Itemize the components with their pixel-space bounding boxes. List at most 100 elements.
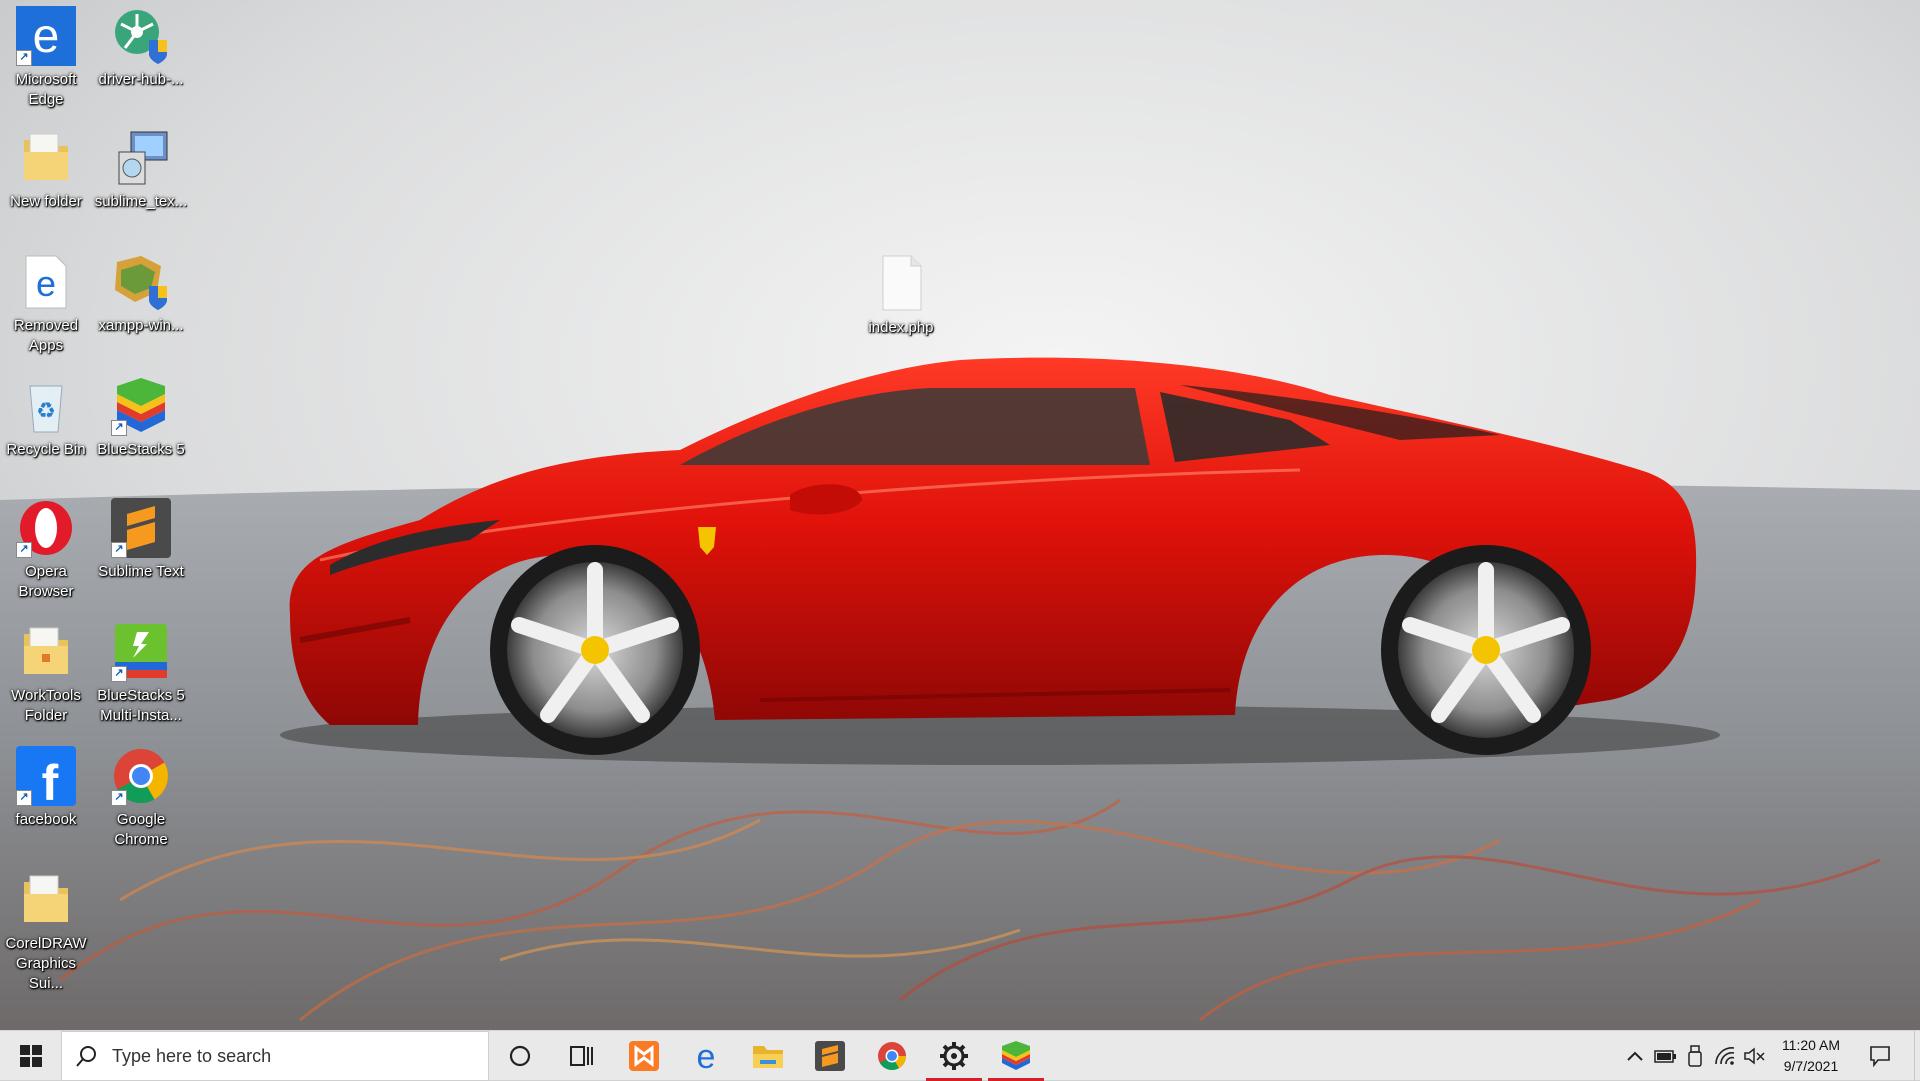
action-center-button[interactable] (1860, 1031, 1900, 1081)
shortcut-arrow-icon: ↗ (111, 420, 127, 436)
folder-icon (753, 1046, 783, 1068)
desktop-icon-label: xampp-win... (98, 317, 184, 334)
shortcut-arrow-icon: ↗ (16, 50, 32, 66)
taskbar-bluestacks[interactable] (985, 1031, 1047, 1081)
cortana-button[interactable] (489, 1031, 551, 1081)
desktop-icon-label: Sublime Text (98, 563, 184, 580)
desktop-icon-label: BlueStacks 5 (97, 441, 185, 458)
desktop-icon-label: facebook (15, 811, 77, 828)
battery-button[interactable] (1650, 1031, 1680, 1081)
installer-icon (111, 128, 171, 188)
desktop-icon-xampp-installer[interactable]: xampp-win... (93, 252, 189, 336)
desktop-icon-opera-browser[interactable]: ↗ Opera Browser (0, 498, 94, 602)
taskbar-xampp[interactable] (613, 1031, 675, 1081)
edge-document-icon: e (16, 252, 76, 312)
chrome-icon (878, 1042, 906, 1070)
task-view-icon (570, 1046, 593, 1066)
shortcut-arrow-icon: ↗ (111, 790, 127, 806)
taskbar-search-box[interactable]: Type here to search (61, 1031, 489, 1081)
shortcut-arrow-icon: ↗ (16, 790, 32, 806)
desktop-icon-label: WorkTools Folder (11, 687, 81, 724)
svg-text:f: f (42, 755, 59, 806)
svg-text:e: e (36, 263, 56, 304)
desktop-icon-label: Opera Browser (18, 563, 74, 600)
folder-icon (16, 128, 76, 188)
clock-time: 11:20 AM (1781, 1037, 1841, 1053)
desktop-icon-label: CorelDRAW Graphics Sui... (5, 935, 87, 992)
desktop-icon-label: Removed Apps (13, 317, 79, 354)
volume-button[interactable] (1740, 1031, 1770, 1081)
desktop-icon-label: driver-hub-... (98, 71, 184, 88)
desktop-icon-coreldraw-graphics-suite[interactable]: CorelDRAW Graphics Sui... (0, 870, 94, 994)
chrome-icon: ↗ (111, 746, 171, 806)
desktop-icon-label: Google Chrome (114, 811, 168, 848)
shortcut-arrow-icon: ↗ (16, 542, 32, 558)
taskbar: Type here to search e 11:20 AM 9/7/2021 (0, 1030, 1920, 1081)
svg-text:e: e (697, 1040, 716, 1072)
usb-device-button[interactable] (1680, 1031, 1710, 1081)
desktop-icon-driver-hub[interactable]: driver-hub-... (93, 6, 189, 90)
desktop-icon-facebook[interactable]: f ↗ facebook (0, 746, 94, 830)
svg-text:♻: ♻ (36, 399, 56, 424)
show-desktop-button[interactable] (1914, 1031, 1920, 1081)
battery-icon (1654, 1050, 1676, 1063)
chevron-up-icon (1627, 1051, 1643, 1061)
sublime-text-icon (815, 1041, 845, 1071)
driver-hub-installer-icon (111, 6, 171, 66)
desktop-wallpaper (0, 0, 1920, 1030)
recycle-bin-icon: ♻ (16, 376, 76, 436)
xampp-icon (629, 1041, 659, 1071)
edge-icon: e ↗ (16, 6, 76, 66)
desktop-icon-index-php[interactable]: index.php (853, 254, 949, 338)
desktop-icon-removed-apps[interactable]: e Removed Apps (0, 252, 94, 356)
desktop-icon-label: sublime_tex... (94, 193, 188, 210)
taskbar-edge[interactable]: e (675, 1031, 737, 1081)
taskbar-chrome[interactable] (861, 1031, 923, 1081)
xampp-installer-icon (111, 252, 171, 312)
task-view-button[interactable] (551, 1031, 613, 1081)
desktop-icon-worktools-folder[interactable]: WorkTools Folder (0, 622, 94, 726)
desktop-icon-label: BlueStacks 5 Multi-Insta... (97, 687, 185, 724)
notification-icon (1870, 1046, 1890, 1067)
folder-icon (16, 622, 76, 682)
desktop-icon-sublime-text-installer[interactable]: sublime_tex... (93, 128, 189, 212)
desktop-icon-label: Microsoft Edge (15, 71, 77, 108)
taskbar-settings[interactable] (923, 1031, 985, 1081)
gear-icon (940, 1042, 968, 1070)
clock-date: 9/7/2021 (1783, 1058, 1839, 1074)
desktop-icon-microsoft-edge[interactable]: e ↗ Microsoft Edge (0, 6, 94, 110)
taskbar-clock[interactable]: 11:20 AM 9/7/2021 (1768, 1031, 1854, 1081)
desktop-icon-label: New folder (10, 193, 82, 210)
search-placeholder: Type here to search (112, 1045, 272, 1066)
cortana-circle-icon (509, 1045, 531, 1067)
speaker-muted-icon (1744, 1047, 1765, 1065)
edge-icon: e (697, 1040, 716, 1072)
facebook-icon: f ↗ (16, 746, 76, 811)
folder-icon (16, 870, 76, 930)
desktop-icon-label: Recycle Bin (6, 441, 86, 458)
shortcut-arrow-icon: ↗ (111, 542, 127, 558)
desktop-icon-google-chrome[interactable]: ↗ Google Chrome (93, 746, 189, 850)
opera-icon: ↗ (16, 498, 76, 558)
desktop-icon-new-folder[interactable]: New folder (0, 128, 94, 212)
taskbar-file-explorer[interactable] (737, 1031, 799, 1081)
show-hidden-icons-button[interactable] (1620, 1031, 1650, 1081)
desktop-icon-recycle-bin[interactable]: ♻ Recycle Bin (0, 376, 94, 460)
wifi-icon (1715, 1047, 1735, 1065)
bluestacks-multi-instance-icon: ↗ (111, 622, 171, 682)
usb-icon (1688, 1045, 1702, 1067)
windows-logo-icon (20, 1045, 42, 1067)
network-button[interactable] (1710, 1031, 1740, 1081)
desktop-icon-sublime-text[interactable]: ↗ Sublime Text (93, 498, 189, 582)
svg-text:e: e (33, 10, 60, 63)
start-button[interactable] (0, 1031, 62, 1081)
bluestacks-icon (1002, 1041, 1030, 1070)
search-icon (76, 1046, 96, 1067)
desktop-icon-bluestacks-5[interactable]: ↗ BlueStacks 5 (93, 376, 189, 460)
blank-file-icon (871, 254, 931, 314)
bluestacks-icon: ↗ (111, 376, 171, 436)
taskbar-sublime-text[interactable] (799, 1031, 861, 1081)
desktop-icon-bluestacks-multi-instance[interactable]: ↗ BlueStacks 5 Multi-Insta... (93, 622, 189, 726)
shortcut-arrow-icon: ↗ (111, 666, 127, 682)
sublime-text-icon: ↗ (111, 498, 171, 558)
